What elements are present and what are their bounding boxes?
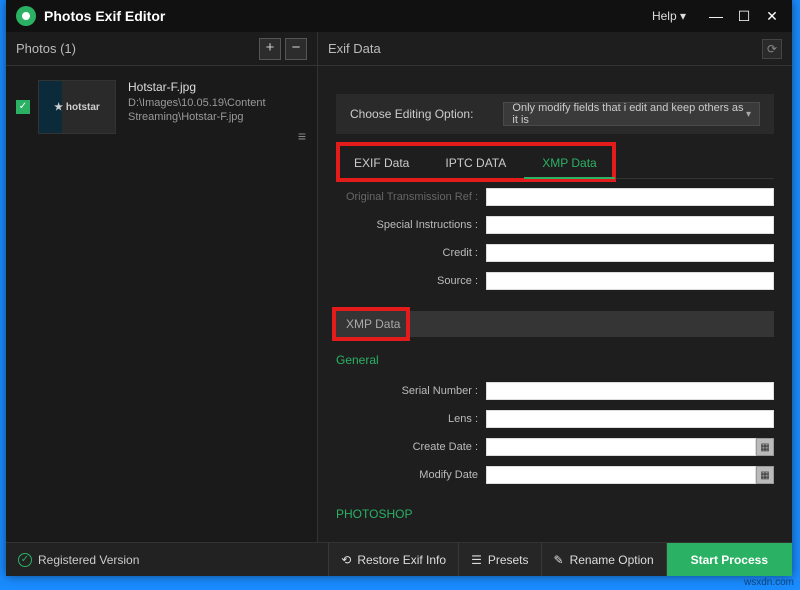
button-label: Start Process: [691, 553, 768, 567]
field-serial-number: Serial Number :: [336, 379, 774, 403]
field-input[interactable]: [486, 438, 756, 456]
editing-option-dropdown[interactable]: Only modify fields that i edit and keep …: [503, 102, 760, 126]
watermark: wsxdn.com: [744, 577, 794, 588]
registered-label: Registered Version: [38, 553, 139, 567]
field-label: Lens :: [336, 413, 486, 425]
photos-header: Photos (1) + −: [6, 32, 317, 66]
calendar-icon[interactable]: ▦: [756, 466, 774, 484]
pencil-icon: ✎: [554, 553, 564, 567]
field-label: Serial Number :: [336, 385, 486, 397]
field-original-transmission-ref: Original Transmission Ref :: [336, 185, 774, 209]
field-source: Source :: [336, 269, 774, 293]
help-menu[interactable]: Help ▾: [652, 9, 686, 23]
exif-header-label: Exif Data: [328, 41, 762, 56]
body: Photos (1) + − ✓ ★ hotstar Hotstar-F.jpg…: [6, 32, 792, 542]
field-label: Source :: [336, 275, 486, 287]
subheading-general: General: [336, 353, 774, 367]
right-pane: Exif Data ⟳ Choose Editing Option: Only …: [318, 32, 792, 542]
photo-card[interactable]: ✓ ★ hotstar Hotstar-F.jpg D:\Images\10.0…: [6, 66, 317, 146]
tabs: EXIF Data IPTC DATA XMP Data: [336, 148, 774, 179]
footer-actions: ⟲ Restore Exif Info ☰ Presets ✎ Rename O…: [328, 543, 792, 576]
presets-button[interactable]: ☰ Presets: [458, 543, 540, 576]
field-input[interactable]: [486, 382, 774, 400]
photo-filename: Hotstar-F.jpg: [128, 80, 266, 94]
section-xmp-data: XMP Data: [336, 311, 774, 337]
exif-header: Exif Data ⟳: [318, 32, 792, 66]
remove-photo-button[interactable]: −: [285, 38, 307, 60]
help-label: Help: [652, 9, 677, 23]
tab-iptc-data[interactable]: IPTC DATA: [427, 148, 524, 178]
maximize-button[interactable]: ☐: [730, 2, 758, 30]
exif-content: Choose Editing Option: Only modify field…: [318, 66, 792, 542]
app-logo-icon: [16, 6, 36, 26]
add-photo-button[interactable]: +: [259, 38, 281, 60]
editing-option-label: Choose Editing Option:: [350, 107, 473, 121]
field-modify-date: Modify Date ▦: [336, 463, 774, 487]
field-label: Credit :: [336, 247, 486, 259]
photo-path-line2: Streaming\Hotstar-F.jpg: [128, 110, 266, 124]
photo-thumbnail: ★ hotstar: [38, 80, 116, 134]
subheading-photoshop: PHOTOSHOP: [336, 507, 774, 521]
start-process-button[interactable]: Start Process: [666, 543, 792, 576]
dropdown-value: Only modify fields that i edit and keep …: [512, 102, 746, 126]
field-credit: Credit :: [336, 241, 774, 265]
app-window: Photos Exif Editor Help ▾ — ☐ ✕ Photos (…: [6, 0, 792, 576]
field-label: Original Transmission Ref :: [336, 191, 486, 203]
app-title: Photos Exif Editor: [44, 8, 652, 24]
tab-exif-data[interactable]: EXIF Data: [336, 148, 427, 178]
photo-path-line1: D:\Images\10.05.19\Content: [128, 96, 266, 110]
photos-header-label: Photos (1): [16, 41, 255, 56]
restore-exif-button[interactable]: ⟲ Restore Exif Info: [328, 543, 458, 576]
minimize-button[interactable]: —: [702, 2, 730, 30]
fields-general-group: Serial Number : Lens : Create Date : ▦ M…: [336, 373, 774, 487]
footer: ✓ Registered Version ⟲ Restore Exif Info…: [6, 542, 792, 576]
close-button[interactable]: ✕: [758, 2, 786, 30]
left-pane: Photos (1) + − ✓ ★ hotstar Hotstar-F.jpg…: [6, 32, 318, 542]
field-input[interactable]: [486, 466, 756, 484]
field-create-date: Create Date : ▦: [336, 435, 774, 459]
registered-status: ✓ Registered Version: [6, 553, 328, 567]
calendar-icon[interactable]: ▦: [756, 438, 774, 456]
titlebar: Photos Exif Editor Help ▾ — ☐ ✕: [6, 0, 792, 32]
field-label: Create Date :: [336, 441, 486, 453]
reload-button[interactable]: ⟳: [762, 39, 782, 59]
field-input[interactable]: [486, 188, 774, 206]
editing-option-bar: Choose Editing Option: Only modify field…: [336, 94, 774, 134]
tab-xmp-data[interactable]: XMP Data: [524, 148, 614, 178]
button-label: Rename Option: [570, 553, 654, 567]
field-input[interactable]: [486, 410, 774, 428]
field-input[interactable]: [486, 216, 774, 234]
button-label: Presets: [488, 553, 529, 567]
section-label: XMP Data: [346, 317, 400, 331]
photo-card-menu-icon[interactable]: ≡: [298, 128, 307, 144]
chevron-down-icon: ▾: [680, 9, 686, 23]
field-input[interactable]: [486, 272, 774, 290]
fields-top-group: Original Transmission Ref : Special Inst…: [336, 179, 774, 293]
field-label: Modify Date: [336, 469, 486, 481]
photo-checkbox[interactable]: ✓: [16, 100, 30, 114]
check-icon: ✓: [18, 553, 32, 567]
field-label: Special Instructions :: [336, 219, 486, 231]
photo-info: Hotstar-F.jpg D:\Images\10.05.19\Content…: [128, 80, 266, 124]
button-label: Restore Exif Info: [357, 553, 446, 567]
chevron-down-icon: ▾: [746, 109, 751, 120]
rename-option-button[interactable]: ✎ Rename Option: [541, 543, 666, 576]
restore-icon: ⟲: [341, 553, 351, 567]
field-input[interactable]: [486, 244, 774, 262]
field-lens: Lens :: [336, 407, 774, 431]
presets-icon: ☰: [471, 553, 482, 567]
field-special-instructions: Special Instructions :: [336, 213, 774, 237]
